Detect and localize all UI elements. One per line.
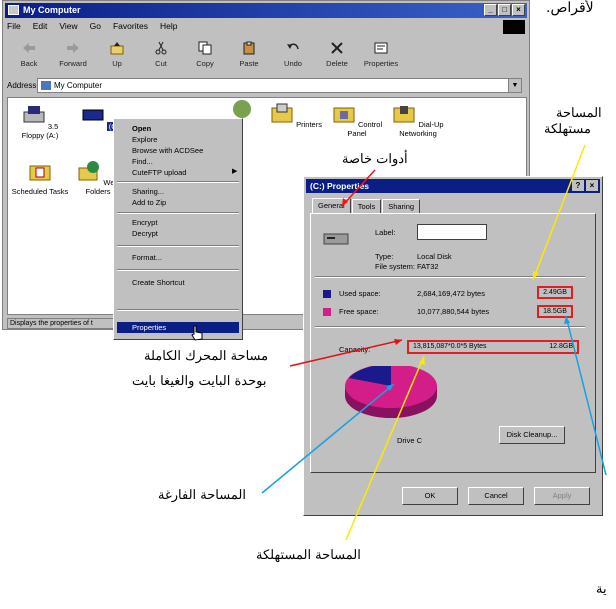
arrow-special-tools: [341, 169, 376, 207]
arrow-head: [419, 356, 425, 365]
arrow-capacity: [289, 339, 403, 367]
arrow-free-space: [261, 383, 395, 494]
arrow-used-space: [345, 355, 425, 541]
annotation-arrows: [261, 144, 607, 541]
arrow-used-top: [532, 144, 586, 281]
arrow-head: [394, 339, 402, 345]
arrow-free-right: [565, 315, 607, 476]
arrow-head: [533, 271, 539, 280]
arrow-head: [342, 198, 348, 206]
